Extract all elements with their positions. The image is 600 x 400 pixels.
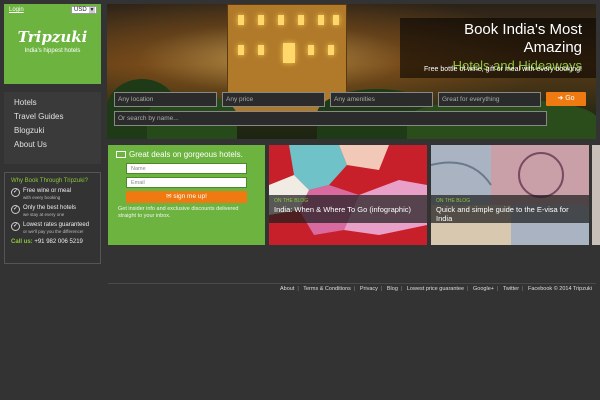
currency-value: USD bbox=[74, 7, 87, 13]
footer: About | Terms & Conditions | Privacy | Blog… bbox=[279, 286, 592, 292]
newsletter-note: Get insider info and exclusive discounts… bbox=[118, 206, 239, 219]
blog-title[interactable]: India: When & Where To Go (infographic) bbox=[274, 205, 422, 214]
nav-item-blogzuki[interactable]: Blogzuki bbox=[14, 124, 101, 138]
blog-title[interactable]: Quick and simple guide to the E-visa for… bbox=[436, 205, 584, 223]
arrow-right-icon: ➜ bbox=[557, 95, 564, 102]
blog-card-partial[interactable] bbox=[592, 145, 600, 245]
blog-card[interactable]: ON THE BLOG India: When & Where To Go (i… bbox=[269, 145, 427, 245]
footer-link-facebook[interactable]: Facebook bbox=[528, 286, 552, 292]
login-link[interactable]: Login bbox=[9, 7, 24, 13]
sign-up-button[interactable]: ✉ sign me up! bbox=[126, 191, 247, 203]
envelope-icon bbox=[116, 151, 126, 158]
nav-item-hotels[interactable]: Hotels bbox=[14, 96, 101, 110]
hero-title-line1: Book India's Most Amazing bbox=[464, 21, 582, 56]
go-button[interactable]: ➜ Go bbox=[546, 92, 586, 106]
newsletter-box: Great deals on gorgeous hotels. Name Ema… bbox=[108, 145, 265, 245]
newsletter-title: Great deals on gorgeous hotels. bbox=[116, 150, 257, 159]
call-label: Call us: bbox=[11, 239, 33, 245]
envelope-icon: ✉ bbox=[166, 193, 172, 200]
nav-item-travel-guides[interactable]: Travel Guides bbox=[14, 110, 101, 124]
blog-label: ON THE BLOG bbox=[274, 198, 309, 204]
purpose-select[interactable]: Great for everything bbox=[438, 92, 541, 107]
main-nav: Hotels Travel Guides Blogzuki About Us bbox=[4, 92, 101, 164]
footer-divider bbox=[108, 283, 596, 284]
name-field[interactable]: Name bbox=[126, 163, 247, 174]
newsletter-title-text: Great deals on gorgeous hotels. bbox=[129, 150, 243, 159]
footer-link-twitter[interactable]: Twitter bbox=[503, 286, 519, 292]
perk-text: Lowest rates guaranteed or we'll pay you… bbox=[23, 222, 89, 235]
chevron-down-icon: ▼ bbox=[89, 7, 95, 13]
sign-up-label: sign me up! bbox=[173, 193, 207, 200]
perk-sub: we stay at every one bbox=[23, 212, 65, 217]
why-book-panel: Why Book Through Tripzuki? ✓ Free wine o… bbox=[4, 172, 101, 264]
sidebar: Login USD ▼ Tripzuki India's hippest hot… bbox=[4, 4, 101, 264]
footer-link-about[interactable]: About bbox=[280, 286, 294, 292]
logo-tagline: India's hippest hotels bbox=[24, 48, 81, 54]
perk-text: Free wine or meal with every booking bbox=[23, 188, 71, 201]
check-circle-icon: ✓ bbox=[11, 188, 20, 197]
currency-select[interactable]: USD ▼ bbox=[71, 6, 97, 14]
perk-sub: or we'll pay you the difference! bbox=[23, 229, 84, 234]
hotel-name-search[interactable]: Or search by name... bbox=[114, 111, 547, 126]
blog-label: ON THE BLOG bbox=[436, 198, 471, 204]
location-select[interactable]: Any location bbox=[114, 92, 217, 107]
email-field[interactable]: Email bbox=[126, 177, 247, 188]
footer-link-google-plus[interactable]: Google+ bbox=[473, 286, 494, 292]
perk-item: ✓ Lowest rates guaranteed or we'll pay y… bbox=[11, 222, 94, 235]
footer-link-privacy[interactable]: Privacy bbox=[360, 286, 378, 292]
blog-caption: ON THE BLOG India: When & Where To Go (i… bbox=[269, 195, 427, 223]
perk-item: ✓ Only the best hotels we stay at every … bbox=[11, 205, 94, 218]
perk-item: ✓ Free wine or meal with every booking bbox=[11, 188, 94, 201]
why-title: Why Book Through Tripzuki? bbox=[11, 178, 88, 184]
copyright: © 2014 Tripzuki bbox=[553, 286, 592, 292]
amenities-select[interactable]: Any amenities bbox=[330, 92, 433, 107]
footer-link-blog[interactable]: Blog bbox=[387, 286, 398, 292]
perk-sub: with every booking bbox=[23, 195, 61, 200]
footer-link-price-guarantee[interactable]: Lowest price guarantee bbox=[407, 286, 464, 292]
blog-caption: ON THE BLOG Quick and simple guide to th… bbox=[431, 195, 589, 223]
phone-number[interactable]: +91 982 006 5219 bbox=[34, 239, 83, 245]
blog-card[interactable]: ON THE BLOG Quick and simple guide to th… bbox=[431, 145, 589, 245]
perk-text: Only the best hotels we stay at every on… bbox=[23, 205, 76, 218]
perk-main: Only the best hotels bbox=[23, 205, 77, 211]
hero-subline: Free bottle of wine, gift or meal with e… bbox=[424, 66, 582, 73]
nav-item-about-us[interactable]: About Us bbox=[14, 138, 101, 152]
footer-link-terms[interactable]: Terms & Conditions bbox=[303, 286, 351, 292]
call-us: Call us: +91 982 006 5219 bbox=[11, 239, 94, 245]
perk-main: Lowest rates guaranteed bbox=[23, 222, 90, 228]
logo-box[interactable]: Login USD ▼ Tripzuki India's hippest hot… bbox=[4, 4, 101, 84]
go-label: Go bbox=[565, 95, 575, 102]
logo[interactable]: Tripzuki bbox=[4, 28, 101, 46]
check-circle-icon: ✓ bbox=[11, 205, 20, 214]
price-select[interactable]: Any price bbox=[222, 92, 325, 107]
hero-banner: Book India's Most Amazing Hotels and Hid… bbox=[107, 4, 596, 139]
perk-main: Free wine or meal bbox=[23, 188, 72, 194]
check-circle-icon: ✓ bbox=[11, 222, 20, 231]
